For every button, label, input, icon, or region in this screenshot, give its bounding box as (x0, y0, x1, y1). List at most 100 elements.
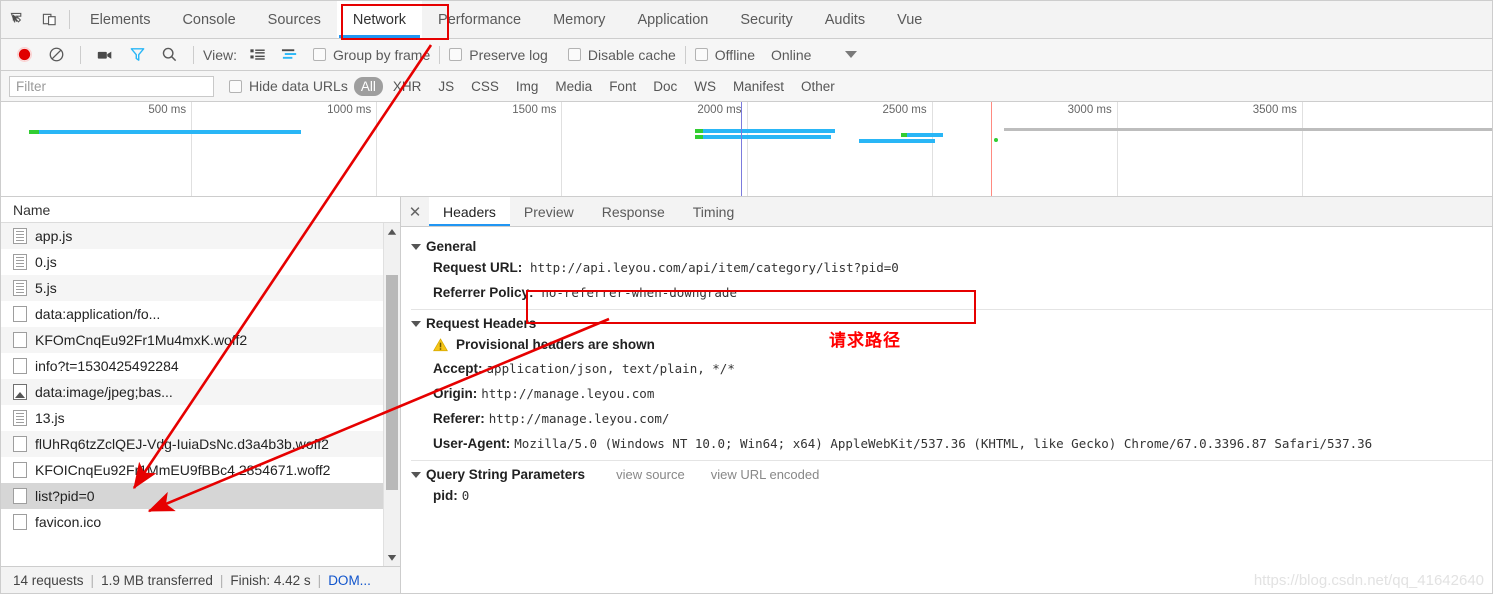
request-row[interactable]: KFOICnqEu92Fr1MmEU9fBBc4.2854671.woff2 (1, 457, 400, 483)
filter-type-img[interactable]: Img (509, 77, 546, 96)
filter-type-xhr[interactable]: XHR (386, 77, 429, 96)
triangle-down-icon[interactable] (411, 321, 421, 327)
request-row[interactable]: KFOmCnqEu92Fr1Mu4mxK.woff2 (1, 327, 400, 353)
tab-sources[interactable]: Sources (252, 1, 337, 38)
checkbox-box[interactable] (568, 48, 581, 61)
hide-data-urls-checkbox[interactable]: Hide data URLs (229, 78, 348, 94)
checkbox-box[interactable] (695, 48, 708, 61)
tab-network[interactable]: Network (337, 1, 422, 38)
generic-file-icon (13, 358, 27, 374)
status-divider: | (318, 573, 322, 588)
request-row[interactable]: app.js (1, 223, 400, 249)
request-row[interactable]: data:image/jpeg;bas... (1, 379, 400, 405)
request-list-column-header[interactable]: Name (1, 197, 400, 223)
details-tab-headers[interactable]: Headers (429, 197, 510, 226)
list-view-icon[interactable] (243, 42, 273, 68)
details-tabstrip: ✕ HeadersPreviewResponseTiming (401, 197, 1492, 227)
filter-type-media[interactable]: Media (548, 77, 599, 96)
request-row[interactable]: 0.js (1, 249, 400, 275)
view-source-link[interactable]: view source (616, 467, 685, 482)
offline-checkbox[interactable]: Offline (695, 47, 755, 63)
filter-input[interactable] (9, 76, 214, 97)
filter-type-other[interactable]: Other (794, 77, 842, 96)
request-list-scrollbar[interactable] (383, 223, 400, 566)
triangle-down-icon[interactable] (411, 472, 421, 478)
js-file-icon (13, 280, 27, 296)
tab-vue[interactable]: Vue (881, 1, 938, 38)
group-by-frame-checkbox[interactable]: Group by frame (313, 47, 430, 63)
column-header-name: Name (13, 202, 50, 218)
request-row-name: list?pid=0 (35, 488, 95, 504)
clear-icon[interactable] (41, 42, 71, 68)
dom-content-loaded-marker (741, 102, 743, 196)
tab-security[interactable]: Security (724, 1, 808, 38)
request-row[interactable]: 13.js (1, 405, 400, 431)
tab-performance[interactable]: Performance (422, 1, 537, 38)
general-title: General (426, 239, 476, 254)
tab-memory[interactable]: Memory (537, 1, 621, 38)
overview-request-bar (703, 129, 835, 133)
overview-tick-label: 2000 ms (697, 104, 746, 116)
tab-console[interactable]: Console (166, 1, 251, 38)
camera-icon[interactable] (90, 42, 120, 68)
toolbar-divider (69, 10, 70, 29)
scroll-down-icon[interactable] (384, 549, 400, 566)
waterfall-view-icon[interactable] (275, 42, 305, 68)
filter-funnel-icon[interactable] (122, 42, 152, 68)
scrollbar-thumb[interactable] (386, 275, 398, 490)
network-overview-timeline[interactable]: 500 ms1000 ms1500 ms2000 ms2500 ms3000 m… (1, 102, 1492, 197)
request-headers-section-header[interactable]: Request Headers (411, 316, 1492, 331)
overview-baseline (1004, 128, 1492, 131)
dom-content-loaded-status[interactable]: DOM... (328, 573, 371, 588)
checkbox-box[interactable] (229, 80, 242, 93)
overview-tick-label: 1000 ms (327, 104, 376, 116)
disable-cache-checkbox[interactable]: Disable cache (568, 47, 676, 63)
general-section-header[interactable]: General (411, 239, 1492, 254)
inspect-element-icon[interactable] (1, 1, 33, 38)
details-tab-response[interactable]: Response (588, 197, 679, 226)
overview-gridline (1302, 102, 1303, 196)
overview-tick-label: 1500 ms (512, 104, 561, 116)
chevron-down-icon[interactable] (845, 51, 857, 58)
details-tab-preview[interactable]: Preview (510, 197, 588, 226)
query-string-section-header[interactable]: Query String Parameters view source view… (411, 467, 1492, 482)
request-url-value[interactable]: http://api.leyou.com/api/item/category/l… (530, 260, 899, 275)
request-row[interactable]: flUhRq6tzZclQEJ-Vdg-IuiaDsNc.d3a4b3b.wof… (1, 431, 400, 457)
tab-audits[interactable]: Audits (809, 1, 881, 38)
request-row[interactable]: info?t=1530425492284 (1, 353, 400, 379)
request-header-key: Origin: (433, 386, 477, 401)
details-tab-timing[interactable]: Timing (679, 197, 749, 226)
record-icon[interactable] (9, 42, 39, 68)
request-details-pane: ✕ HeadersPreviewResponseTiming General R… (401, 197, 1492, 593)
tab-application[interactable]: Application (621, 1, 724, 38)
triangle-down-icon[interactable] (411, 244, 421, 250)
device-toolbar-icon[interactable] (33, 1, 65, 38)
request-list-rows[interactable]: app.js0.js5.jsdata:application/fo...KFOm… (1, 223, 400, 566)
overview-tick-label: 3500 ms (1253, 104, 1302, 116)
filter-type-font[interactable]: Font (602, 77, 643, 96)
filter-type-js[interactable]: JS (431, 77, 461, 96)
tab-elements[interactable]: Elements (74, 1, 166, 38)
overview-request-bar (703, 135, 831, 139)
request-row[interactable]: 5.js (1, 275, 400, 301)
close-icon[interactable]: ✕ (401, 197, 429, 226)
filter-type-all[interactable]: All (354, 77, 383, 96)
request-row[interactable]: data:application/fo... (1, 301, 400, 327)
section-divider (411, 460, 1492, 461)
toolbar-divider (685, 46, 686, 64)
checkbox-box[interactable] (313, 48, 326, 61)
filter-type-doc[interactable]: Doc (646, 77, 684, 96)
filter-type-css[interactable]: CSS (464, 77, 506, 96)
request-row[interactable]: list?pid=0 (1, 483, 400, 509)
scroll-up-icon[interactable] (384, 223, 400, 240)
filter-type-ws[interactable]: WS (687, 77, 723, 96)
view-url-encoded-link[interactable]: view URL encoded (711, 467, 820, 482)
checkbox-box[interactable] (449, 48, 462, 61)
filter-type-manifest[interactable]: Manifest (726, 77, 791, 96)
throttling-select[interactable]: Online (771, 47, 811, 63)
search-icon[interactable] (154, 42, 184, 68)
generic-file-icon (13, 514, 27, 530)
overview-request-bar-wait (29, 130, 39, 134)
request-row[interactable]: favicon.ico (1, 509, 400, 535)
preserve-log-checkbox[interactable]: Preserve log (449, 47, 548, 63)
